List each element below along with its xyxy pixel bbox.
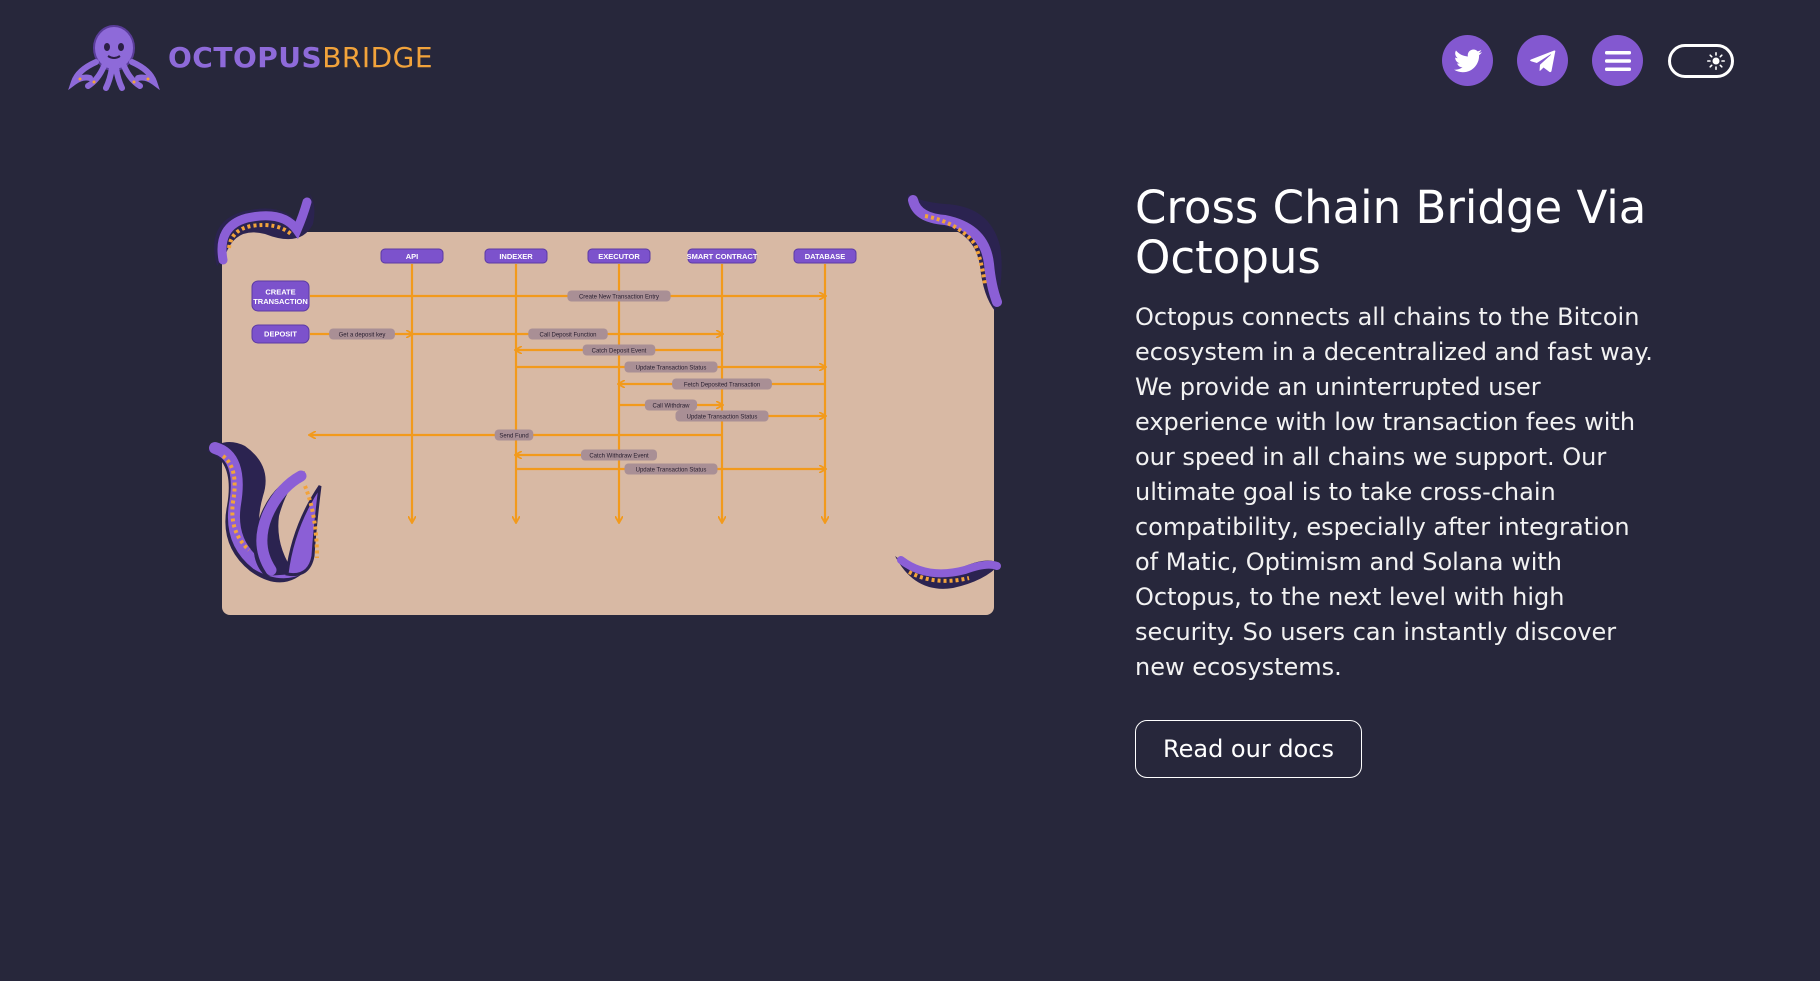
hero-content: Cross Chain Bridge Via Octopus Octopus c… [1135,183,1655,778]
tentacle-bottom-left-icon [207,442,322,583]
tentacle-top-right-icon [907,194,1002,311]
brand-part-octopus: OCTOPUS [168,40,323,74]
tentacle-top-left-icon [214,194,315,266]
theme-toggle[interactable] [1668,43,1734,78]
menu-icon [1604,50,1631,71]
sun-icon [1707,51,1725,70]
bridge-flow-illustration: API INDEXER EXECUTOR SMART CONTRACT DATABASE… [205,186,1005,626]
telegram-icon [1529,49,1556,72]
brand-name: OCTOPUSBRIDGE [168,41,433,74]
header-nav [1418,35,1734,86]
telegram-button[interactable] [1517,35,1568,86]
tentacle-decorations [207,194,1002,589]
logo[interactable]: OCTOPUSBRIDGE [68,22,433,92]
brand-part-bridge: BRIDGE [322,40,434,74]
read-docs-button[interactable]: Read our docs [1135,720,1362,778]
tentacle-bottom-right-icon [895,556,1001,589]
twitter-button[interactable] [1442,35,1493,86]
page-title: Cross Chain Bridge Via Octopus [1135,181,1647,284]
twitter-icon [1453,48,1482,72]
page-description: Octopus connects all chains to the Bitco… [1135,303,1653,681]
octopus-logo-icon [68,25,160,91]
menu-button[interactable] [1592,35,1643,86]
